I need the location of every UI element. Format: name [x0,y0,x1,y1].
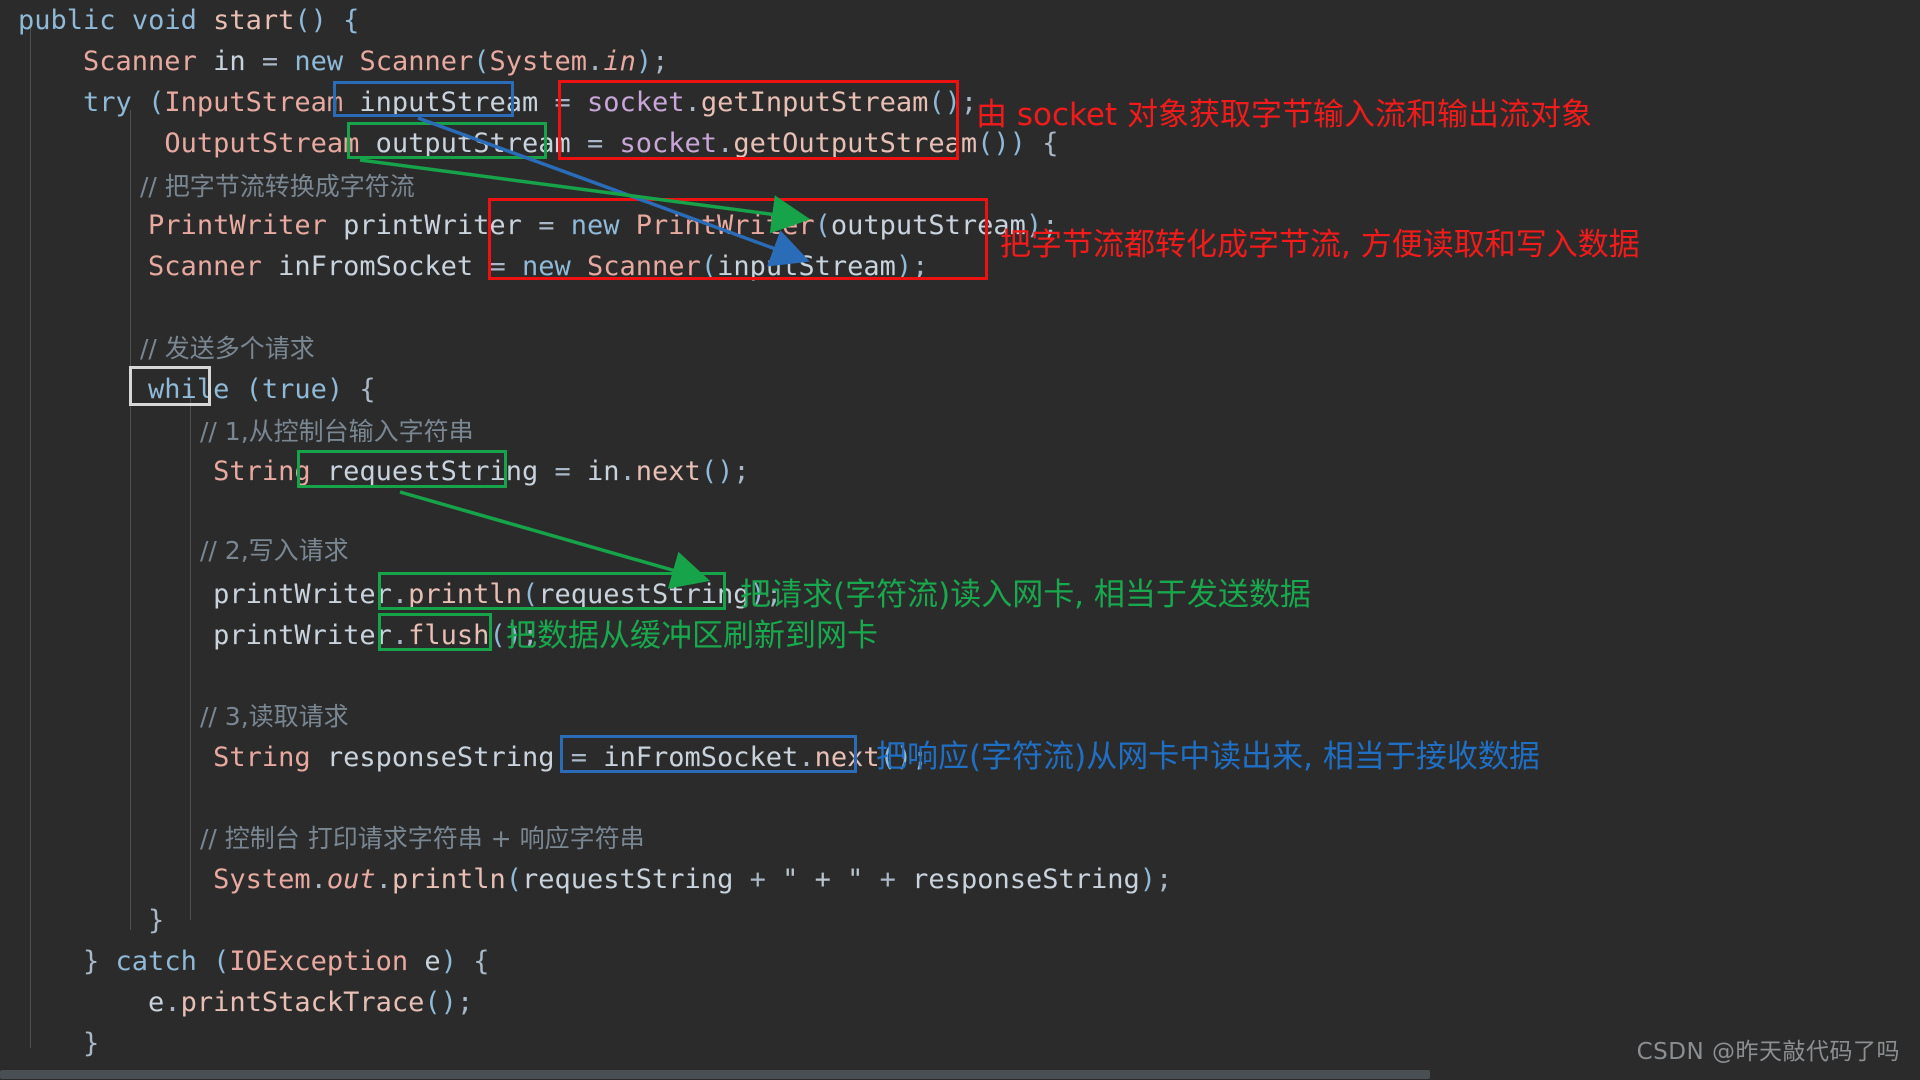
code-editor-surface: public void start() { Scanner in = new S… [0,0,1920,1080]
code-line: try (InputStream inputStream = socket.ge… [83,87,978,118]
code-line: while (true) { [148,374,376,405]
token-infromsocket-ref: inFromSocket [603,742,799,773]
token-new-3: new [521,251,571,282]
token-socket-1: socket [587,87,685,118]
code-comment: // 1,从控制台输入字符串 [200,417,474,446]
note-green-2: 把数据从缓冲区刷新到网卡 [506,618,878,654]
token-printwriter-type: PrintWriter [148,210,327,241]
code-line: Scanner inFromSocket = new Scanner(input… [148,251,929,282]
code-lines: public void start() { Scanner in = new S… [0,0,1920,1080]
token-printwriter-ctor: PrintWriter [635,210,815,241]
token-printwriter-ref-2: printWriter [213,620,392,651]
horizontal-scrollbar[interactable] [0,1068,1920,1080]
code-line: PrintWriter printWriter = new PrintWrite… [148,210,1059,241]
token-infromsocket-var: inFromSocket [278,251,474,282]
token-outputstream-var: outputStream [375,128,571,159]
note-red-1: 由 socket 对象获取字节输入流和输出流对象 [976,97,1592,133]
code-comment: // 控制台 打印请求字符串 + 响应字符串 [200,824,645,853]
token-inputstream-type: InputStream [164,87,344,118]
token-flush: flush [408,620,490,651]
token-requeststring-var: requestString [326,456,539,487]
token-responsestring-var: responseString [326,742,555,773]
token-new-2: new [570,210,620,241]
token-start: start [213,5,295,36]
token-requeststring-arg-2: requestString [522,864,734,895]
token-new: new [294,46,344,77]
scrollbar-thumb[interactable] [0,1070,1430,1079]
token-string-type-2: String [213,742,311,773]
token-println-1: println [408,579,522,610]
code-line: } [18,1028,100,1059]
token-system-out: out [326,864,376,895]
code-comment: // 3,读取请求 [200,702,349,731]
token-socket-2: socket [619,128,718,159]
token-outputstream-type: OutputStream [164,128,360,159]
code-line: printWriter.flush(); [213,620,539,651]
token-printstacktrace: printStackTrace [180,987,425,1018]
code-line: OutputStream outputStream = socket.getOu… [164,128,1059,159]
code-line: System.out.println(requestString + " + "… [213,864,1173,895]
token-scanner-ctor: Scanner [359,46,474,77]
token-true: true [261,374,327,405]
token-plus-literal: " + " [782,864,864,895]
token-scanner-ctor-2: Scanner [587,251,701,282]
code-comment: // 发送多个请求 [140,334,315,363]
code-comment: // 2,写入请求 [200,536,349,565]
token-outputstream-arg: outputStream [830,210,1026,241]
token-catch: catch [115,946,197,977]
token-next-1: next [635,456,701,487]
token-exception-ref: e [148,987,165,1018]
token-scanner-type: Scanner [83,46,197,77]
token-exception-var: e [424,946,441,977]
token-responsestring-arg: responseString [912,864,1140,895]
token-next-2: next [814,742,880,773]
token-in-ref: in [587,456,620,487]
code-line: e.printStackTrace(); [148,987,474,1018]
code-line: String responseString = inFromSocket.nex… [213,742,929,773]
token-in-var: in [213,46,246,77]
note-green-1: 把请求(字符流)读入网卡, 相当于发送数据 [740,577,1311,613]
token-while: while [148,374,230,405]
code-comment: // 把字节流转换成字符流 [140,172,415,201]
code-line: String requestString = in.next(); [213,456,750,487]
note-red-2: 把字节流都转化成字节流, 方便读取和写入数据 [1000,227,1640,263]
token-try: try [83,87,132,118]
code-line: } catch (IOException e) { [18,946,490,977]
token-system: System [489,46,588,77]
token-getoutputstream: getOutputStream [733,128,978,159]
token-ioexception: IOException [229,946,409,977]
csdn-watermark: CSDN @昨天敲代码了吗 [1636,1039,1900,1065]
token-printwriter-ref-1: printWriter [213,579,392,610]
code-line: printWriter.println(requestString); [213,579,783,610]
token-inputstream-arg: inputStream [717,251,896,282]
token-system-2: System [213,864,311,895]
token-scanner-type-2: Scanner [148,251,262,282]
token-println-2: println [391,864,506,895]
code-line: Scanner in = new Scanner(System.in); [83,46,669,77]
token-system-in: in [603,46,636,77]
token-public: public [18,5,116,36]
token-printwriter-var: printWriter [343,210,522,241]
token-string-type: String [213,456,311,487]
token-getinputstream: getInputStream [700,87,929,118]
token-void: void [131,5,197,36]
token-requeststring-arg: requestString [538,579,750,610]
code-line: } [18,905,165,936]
note-blue-1: 把响应(字符流)从网卡中读出来, 相当于接收数据 [876,739,1540,775]
token-inputstream-var: inputStream [359,87,539,118]
code-line: public void start() { [18,5,360,36]
